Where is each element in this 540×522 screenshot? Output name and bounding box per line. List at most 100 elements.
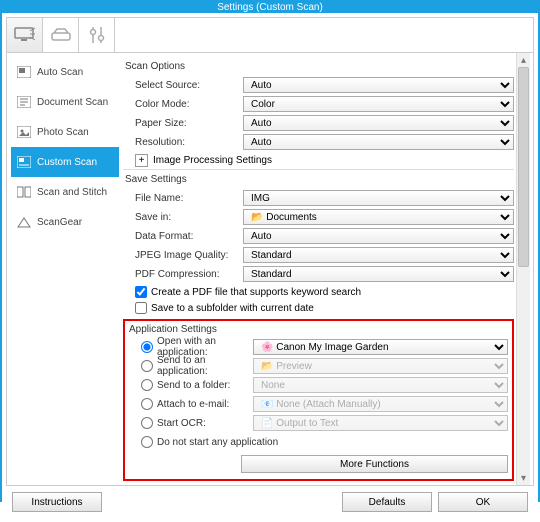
sidebar: Auto Scan Document Scan Photo Scan Custo…: [7, 53, 119, 485]
radio-start-ocr[interactable]: [141, 417, 153, 429]
scroll-down-icon[interactable]: ▾: [517, 471, 530, 485]
row-data-format: Data Format: Auto: [135, 227, 514, 245]
row-select-source: Select Source: Auto: [135, 76, 514, 94]
label-paper-size: Paper Size:: [135, 118, 243, 129]
photo-icon: [17, 125, 31, 139]
monitor-icon: [14, 27, 36, 43]
select-start-ocr: 📄 Output to Text: [253, 415, 508, 431]
instructions-button[interactable]: Instructions: [12, 492, 102, 512]
sidebar-label: Document Scan: [37, 97, 108, 108]
label-save-in: Save in:: [135, 212, 243, 223]
checkbox-subfolder[interactable]: [135, 302, 147, 314]
body: Auto Scan Document Scan Photo Scan Custo…: [6, 53, 534, 486]
row-open-with: Open with an application: 🌸 Canon My Ima…: [141, 338, 508, 356]
row-pdf-keyword[interactable]: Create a PDF file that supports keyword …: [135, 285, 514, 299]
row-send-app: Send to an application: 📂 Preview: [141, 357, 508, 375]
document-icon: [17, 95, 31, 109]
plus-icon: +: [135, 154, 148, 167]
sidebar-item-scangear[interactable]: ScanGear: [11, 207, 119, 237]
settings-window: Settings (Custom Scan) Auto Scan: [0, 0, 540, 502]
select-data-format[interactable]: Auto: [243, 228, 514, 244]
select-send-app: 📂 Preview: [253, 358, 508, 374]
select-save-in[interactable]: 📂 Documents: [243, 209, 514, 225]
row-attach-email: Attach to e-mail: 📧 None (Attach Manuall…: [141, 395, 508, 413]
main-panel: Scan Options Select Source: Auto Color M…: [119, 53, 516, 485]
titlebar: Settings (Custom Scan): [2, 2, 538, 13]
select-resolution[interactable]: Auto: [243, 134, 514, 150]
select-send-folder: None: [253, 377, 508, 393]
label-color-mode: Color Mode:: [135, 99, 243, 110]
footer: Instructions Defaults OK: [6, 486, 534, 518]
row-pdf-compression: PDF Compression: Standard: [135, 265, 514, 283]
app-settings-title: Application Settings: [129, 324, 508, 335]
select-color-mode[interactable]: Color: [243, 96, 514, 112]
scrollbar[interactable]: ▴ ▾: [516, 53, 530, 485]
sidebar-item-auto-scan[interactable]: Auto Scan: [11, 57, 119, 87]
label-data-format: Data Format:: [135, 231, 243, 242]
sidebar-label: Auto Scan: [37, 67, 83, 78]
select-open-with[interactable]: 🌸 Canon My Image Garden: [253, 339, 508, 355]
row-subfolder[interactable]: Save to a subfolder with current date: [135, 301, 514, 315]
defaults-button[interactable]: Defaults: [342, 492, 432, 512]
scroll-thumb[interactable]: [518, 67, 529, 267]
select-jpeg-quality[interactable]: Standard: [243, 247, 514, 263]
tab-scan-from-computer[interactable]: [7, 18, 43, 52]
save-settings-title: Save Settings: [125, 174, 514, 185]
auto-scan-icon: [17, 65, 31, 79]
label-pdf-compression: PDF Compression:: [135, 269, 243, 280]
input-file-name[interactable]: IMG: [243, 190, 514, 206]
row-resolution: Resolution: Auto: [135, 133, 514, 151]
select-source[interactable]: Auto: [243, 77, 514, 93]
label-resolution: Resolution:: [135, 137, 243, 148]
row-save-in: Save in: 📂 Documents: [135, 208, 514, 226]
row-file-name: File Name: IMG: [135, 189, 514, 207]
row-image-processing[interactable]: + Image Processing Settings: [135, 154, 514, 167]
scangear-icon: [17, 215, 31, 229]
content: Auto Scan Document Scan Photo Scan Custo…: [2, 13, 538, 522]
row-paper-size: Paper Size: Auto: [135, 114, 514, 132]
label-start-ocr: Start OCR:: [157, 418, 253, 429]
more-functions-button[interactable]: More Functions: [241, 455, 508, 473]
row-start-ocr: Start OCR: 📄 Output to Text: [141, 414, 508, 432]
select-pdf-compression[interactable]: Standard: [243, 266, 514, 282]
label-do-not-start: Do not start any application: [157, 437, 278, 448]
radio-send-folder[interactable]: [141, 379, 153, 391]
tab-general-settings[interactable]: [79, 18, 115, 52]
application-settings-highlight: Application Settings Open with an applic…: [123, 319, 514, 481]
radio-do-not-start[interactable]: [141, 436, 153, 448]
tab-scan-from-panel[interactable]: [43, 18, 79, 52]
sidebar-label: Custom Scan: [37, 157, 97, 168]
radio-open-with[interactable]: [141, 341, 153, 353]
sidebar-item-photo-scan[interactable]: Photo Scan: [11, 117, 119, 147]
sidebar-item-scan-and-stitch[interactable]: Scan and Stitch: [11, 177, 119, 207]
sidebar-label: Scan and Stitch: [37, 187, 107, 198]
window-title: Settings (Custom Scan): [217, 2, 323, 13]
sidebar-item-document-scan[interactable]: Document Scan: [11, 87, 119, 117]
top-toolbar: [6, 17, 534, 53]
label-send-folder: Send to a folder:: [157, 380, 253, 391]
sidebar-label: ScanGear: [37, 217, 82, 228]
checkbox-pdf-keyword[interactable]: [135, 286, 147, 298]
row-do-not-start: Do not start any application: [141, 433, 508, 451]
select-paper-size[interactable]: Auto: [243, 115, 514, 131]
ok-button[interactable]: OK: [438, 492, 528, 512]
label-select-source: Select Source:: [135, 80, 243, 91]
radio-send-app[interactable]: [141, 360, 153, 372]
label-jpeg-quality: JPEG Image Quality:: [135, 250, 243, 261]
row-color-mode: Color Mode: Color: [135, 95, 514, 113]
scan-options-title: Scan Options: [125, 61, 514, 72]
sidebar-item-custom-scan[interactable]: Custom Scan: [11, 147, 119, 177]
label-file-name: File Name:: [135, 193, 243, 204]
label-image-processing: Image Processing Settings: [153, 155, 272, 166]
stitch-icon: [17, 185, 31, 199]
select-attach-email: 📧 None (Attach Manually): [253, 396, 508, 412]
label-subfolder: Save to a subfolder with current date: [151, 303, 314, 314]
label-send-app: Send to an application:: [157, 355, 253, 377]
label-pdf-keyword: Create a PDF file that supports keyword …: [151, 287, 361, 298]
radio-attach-email[interactable]: [141, 398, 153, 410]
sidebar-label: Photo Scan: [37, 127, 89, 138]
scanner-icon: [51, 28, 71, 42]
custom-icon: [17, 155, 31, 169]
scroll-up-icon[interactable]: ▴: [517, 53, 530, 67]
row-send-folder: Send to a folder: None: [141, 376, 508, 394]
